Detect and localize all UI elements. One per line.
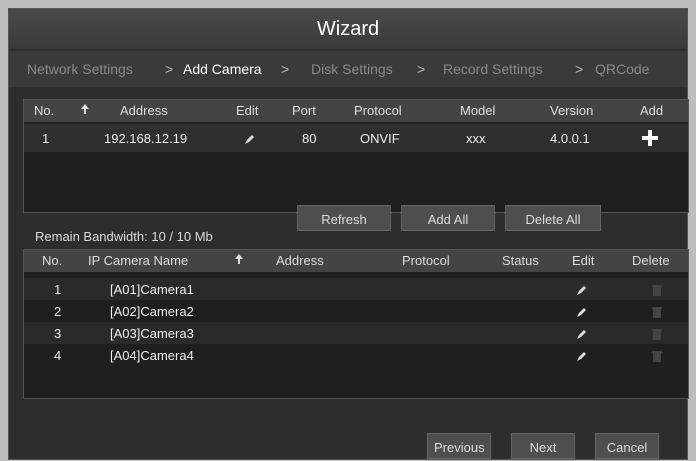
col-address[interactable]: Address <box>120 103 168 118</box>
crumb-separator: > <box>575 61 584 77</box>
col-add: Add <box>640 103 664 118</box>
refresh-button[interactable]: Refresh <box>297 205 391 231</box>
crumb-separator: > <box>165 61 174 77</box>
pencil-icon[interactable] <box>244 133 254 144</box>
col-status: Status <box>502 253 539 268</box>
cell-no: 3 <box>54 326 62 341</box>
pencil-icon[interactable] <box>576 284 586 295</box>
crumb-qrcode[interactable]: QRCode <box>595 51 649 87</box>
cell-port: 80 <box>302 131 317 146</box>
added-camera-table: No. IP Camera Name Address Protocol Stat… <box>23 249 689 399</box>
col-protocol: Protocol <box>402 253 450 268</box>
cell-no: 1 <box>54 282 62 297</box>
plus-icon[interactable] <box>642 130 658 146</box>
cell-address: 192.168.12.19 <box>104 131 188 146</box>
pencil-icon[interactable] <box>576 350 586 361</box>
crumb-separator: > <box>417 61 426 77</box>
previous-button[interactable]: Previous <box>427 433 491 459</box>
cell-no: 4 <box>54 348 62 363</box>
cell-no: 2 <box>54 304 62 319</box>
cancel-button[interactable]: Cancel <box>595 433 659 459</box>
col-delete: Delete <box>632 253 670 268</box>
cell-model: xxx <box>466 131 486 146</box>
trash-icon[interactable] <box>652 350 662 362</box>
cell-camera-name: [A01]Camera1 <box>110 282 194 297</box>
sort-up-arrow-icon[interactable] <box>234 253 244 268</box>
col-version: Version <box>550 103 594 118</box>
trash-icon[interactable] <box>652 284 662 296</box>
table-row[interactable]: 3 [A03]Camera3 <box>24 322 688 344</box>
delete-all-button[interactable]: Delete All <box>505 205 601 231</box>
cell-no: 1 <box>42 131 50 146</box>
table-row[interactable]: 4 [A04]Camera4 <box>24 344 688 366</box>
next-button[interactable]: Next <box>511 433 575 459</box>
col-edit: Edit <box>236 103 259 118</box>
table-row[interactable]: 2 [A02]Camera2 <box>24 300 688 322</box>
window-title: Wizard <box>9 9 687 49</box>
crumb-network-settings[interactable]: Network Settings <box>27 51 133 87</box>
col-port: Port <box>292 103 316 118</box>
crumb-record-settings[interactable]: Record Settings <box>443 51 543 87</box>
col-protocol: Protocol <box>354 103 402 118</box>
search-camera-table: No. Address Edit Port Protocol Model Ver… <box>23 99 689 213</box>
add-all-button[interactable]: Add All <box>401 205 495 231</box>
cell-protocol: ONVIF <box>360 131 400 146</box>
pencil-icon[interactable] <box>576 306 586 317</box>
table-row[interactable]: 1 [A01]Camera1 <box>24 278 688 300</box>
crumb-add-camera[interactable]: Add Camera <box>183 51 262 87</box>
pencil-icon[interactable] <box>576 328 586 339</box>
cell-version: 4.0.0.1 <box>550 131 590 146</box>
col-model: Model <box>460 103 496 118</box>
breadcrumb: Network Settings > Add Camera > Disk Set… <box>9 51 687 87</box>
bandwidth-label: Remain Bandwidth: 10 / 10 Mb <box>35 229 213 244</box>
table-header: No. IP Camera Name Address Protocol Stat… <box>24 250 688 272</box>
sort-up-arrow-icon[interactable] <box>80 103 90 118</box>
col-edit: Edit <box>572 253 595 268</box>
col-no: No. <box>42 253 63 268</box>
table-header: No. Address Edit Port Protocol Model Ver… <box>24 100 688 122</box>
cell-camera-name: [A04]Camera4 <box>110 348 194 363</box>
cell-camera-name: [A02]Camera2 <box>110 304 194 319</box>
col-camera-name[interactable]: IP Camera Name <box>88 253 188 268</box>
crumb-disk-settings[interactable]: Disk Settings <box>311 51 393 87</box>
trash-icon[interactable] <box>652 328 662 340</box>
cell-camera-name: [A03]Camera3 <box>110 326 194 341</box>
wizard-window: Wizard Network Settings > Add Camera > D… <box>8 8 689 460</box>
col-address: Address <box>276 253 324 268</box>
crumb-separator: > <box>281 61 290 77</box>
trash-icon[interactable] <box>652 306 662 318</box>
col-no: No. <box>34 103 55 118</box>
table-row[interactable]: 1 192.168.12.19 80 ONVIF xxx 4.0.0.1 <box>24 124 688 152</box>
